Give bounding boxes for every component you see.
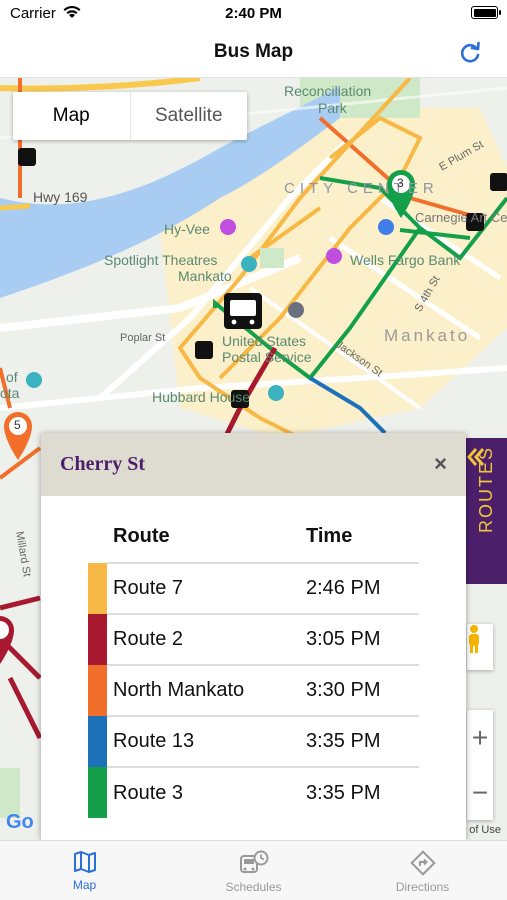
tab-schedules[interactable]: Schedules	[169, 841, 338, 900]
tab-schedules-label: Schedules	[225, 880, 282, 894]
table-row[interactable]: Route 2 3:05 PM	[88, 613, 419, 665]
time-column-header: Time	[306, 525, 353, 547]
map-label-hyvee: Hy-Vee	[164, 221, 210, 237]
arrival-table: Route Time Route 7 2:46 PM Route 2 3:05 PM N…	[88, 525, 419, 818]
route-color-bar	[88, 767, 107, 818]
tab-bar: Map Schedules Directions	[0, 840, 507, 900]
tab-map-label: Map	[72, 878, 97, 892]
navigation-bar: Bus Map	[0, 28, 507, 78]
route-color-bar	[88, 563, 107, 614]
tab-map[interactable]: Map	[0, 841, 169, 900]
route-color-bar	[88, 665, 107, 716]
map-label-theatres-2: Mankato	[178, 268, 232, 284]
map-label-carnegie: Carnegie Art Cen	[415, 210, 507, 225]
page-title: Bus Map	[213, 41, 294, 62]
zoom-out-button[interactable]: −	[467, 765, 493, 820]
close-icon[interactable]: ×	[434, 451, 447, 477]
arrival-time: 2:46 PM	[306, 562, 419, 614]
route-color-swatch	[88, 563, 107, 614]
table-row[interactable]: Route 7 2:46 PM	[88, 562, 419, 614]
stop-name: Cherry St	[60, 453, 145, 475]
bus-clock-icon	[239, 850, 268, 873]
route-color-bar	[88, 716, 107, 767]
map-label-of-2: ota	[0, 385, 20, 401]
map-label-poplar: Poplar St	[120, 332, 166, 344]
route-name: Route 7	[107, 562, 306, 614]
map-type-switch: Map Satellite	[13, 92, 247, 140]
street-view-pegman[interactable]	[467, 624, 493, 670]
arrival-time: 3:30 PM	[306, 664, 419, 716]
route-color-swatch	[88, 716, 107, 767]
map-label-hubbard: Hubbard House	[152, 389, 251, 405]
map-label-postal-1: United States	[222, 333, 307, 349]
arrival-time: 3:05 PM	[306, 613, 419, 665]
directions-icon	[409, 850, 436, 876]
table-row[interactable]: Route 13 3:35 PM	[88, 715, 419, 767]
battery-icon	[471, 6, 501, 19]
refresh-icon[interactable]	[457, 40, 483, 66]
bus-stop-marker	[224, 293, 262, 329]
map-label-theatres-1: Spotlight Theatres	[104, 252, 218, 268]
route-column-header: Route	[113, 525, 170, 547]
table-row[interactable]: North Mankato 3:30 PM	[88, 664, 419, 716]
table-row[interactable]: Route 3 3:35 PM	[88, 766, 419, 818]
popup-header: Cherry St ×	[41, 433, 466, 496]
route-name: North Mankato	[107, 664, 306, 716]
clock: 2:40 PM	[225, 5, 282, 22]
routes-tab-label: ROUTES	[476, 446, 496, 534]
map-label-wells: Wells Fargo Bank	[350, 252, 461, 268]
route-5-marker-number: 5	[14, 418, 21, 432]
pegman-icon	[469, 625, 479, 653]
arrival-time: 3:35 PM	[306, 766, 419, 818]
map-label-hwy: Hwy 169	[33, 189, 88, 205]
tab-directions-label: Directions	[395, 880, 450, 894]
route-color-swatch	[88, 665, 107, 716]
map-icon	[73, 851, 96, 873]
route-3-marker-number: 3	[397, 176, 404, 190]
map-label-of-1: of	[6, 369, 18, 385]
route-color-bar	[88, 614, 107, 665]
tab-directions[interactable]: Directions	[338, 841, 507, 900]
zoom-in-button[interactable]: +	[467, 710, 493, 765]
arrival-time: 3:35 PM	[306, 715, 419, 767]
map-label-postal-2: Postal Service	[222, 349, 312, 365]
bus-map[interactable]: Reconciliation Park Hwy 169 CITY CENTER …	[0, 78, 507, 840]
route-name: Route 3	[107, 766, 306, 818]
map-label-park-2: Park	[318, 100, 347, 116]
stop-info-popup: Cherry St × Route Time Route 7 2:46 PM Rou…	[41, 433, 466, 840]
map-label-park-1: Reconciliation	[284, 83, 372, 99]
map-type-map[interactable]: Map	[13, 92, 131, 140]
routes-drawer-tab[interactable]: ROUTES	[466, 438, 507, 584]
map-type-satellite[interactable]: Satellite	[131, 92, 248, 140]
route-color-swatch	[88, 614, 107, 665]
route-name: Route 13	[107, 715, 306, 767]
status-bar: Carrier 2:40 PM	[0, 0, 507, 28]
zoom-controls: + −	[467, 710, 493, 820]
google-logo: Go	[6, 811, 34, 833]
route-color-swatch	[88, 767, 107, 818]
map-label-mankato: Mankato	[384, 326, 471, 345]
map-label-city-center: CITY CENTER	[284, 180, 439, 197]
route-name: Route 2	[107, 613, 306, 665]
